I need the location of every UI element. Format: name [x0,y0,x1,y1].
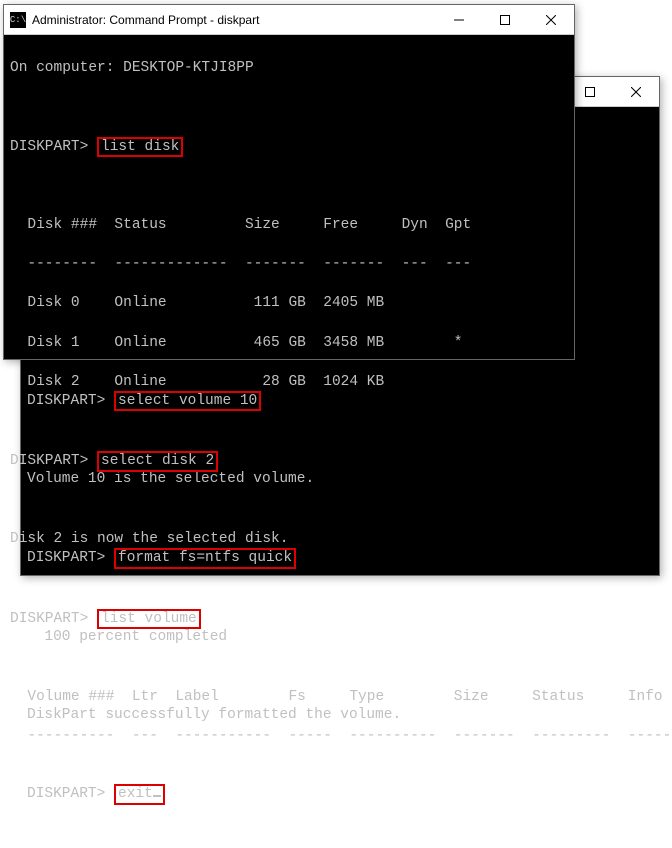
vol-header: Volume ### Ltr Label Fs Type Size Status… [10,688,568,708]
cursor-icon [153,795,161,797]
disk-row: Disk 0 Online 111 GB 2405 MB [10,294,568,314]
close-button[interactable] [613,77,659,106]
select-disk-result: Disk 2 is now the selected disk. [10,530,568,550]
vol-sep: ---------- --- ----------- ----- -------… [10,727,568,747]
titlebar-front[interactable]: C:\ Administrator: Command Prompt - disk… [4,5,574,35]
disk-header: Disk ### Status Size Free Dyn Gpt [10,216,568,236]
disk-row: Disk 1 Online 465 GB 3458 MB * [10,334,568,354]
cmd-icon: C:\ [10,12,26,28]
cmd-select-disk: select disk 2 [97,451,218,472]
maximize-button[interactable] [482,5,528,34]
window-buttons-front [436,5,574,34]
minimize-button[interactable] [436,5,482,34]
computer-line: On computer: DESKTOP-KTJI8PP [10,59,568,79]
cmd-window-front: C:\ Administrator: Command Prompt - disk… [3,4,575,360]
close-button[interactable] [528,5,574,34]
disk-row: Disk 2 Online 28 GB 1024 KB [10,373,568,393]
cmd-list-disk: list disk [97,137,183,158]
prompt: DISKPART> [10,611,88,627]
prompt: DISKPART> [10,453,88,469]
terminal-front[interactable]: On computer: DESKTOP-KTJI8PP DISKPART> l… [4,35,574,790]
cmd-list-volume: list volume [97,609,201,630]
prompt: DISKPART> [10,139,88,155]
disk-sep: -------- ------------- ------- ------- -… [10,255,568,275]
window-title-front: Administrator: Command Prompt - diskpart [32,13,436,27]
